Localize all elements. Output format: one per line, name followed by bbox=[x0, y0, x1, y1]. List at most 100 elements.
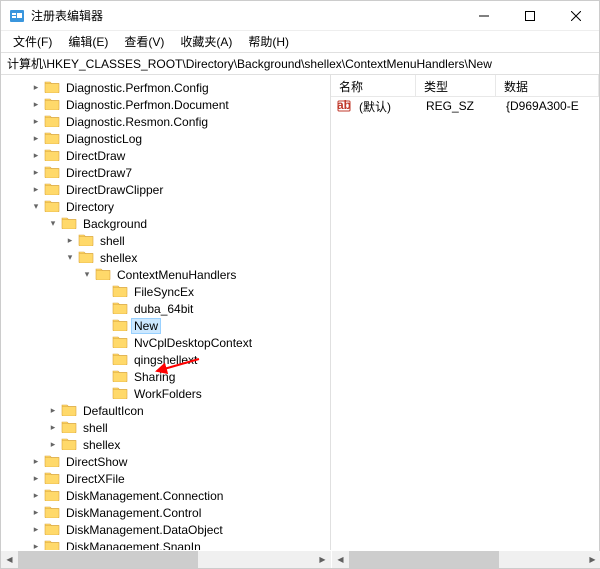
chevron-right-icon[interactable]: ▸ bbox=[29, 116, 43, 127]
tree-item[interactable]: ▸WorkFolders bbox=[1, 385, 330, 402]
close-button[interactable] bbox=[553, 1, 599, 31]
tree-item[interactable]: ▾Directory bbox=[1, 198, 330, 215]
column-type[interactable]: 类型 bbox=[416, 75, 496, 96]
column-data[interactable]: 数据 bbox=[496, 75, 599, 96]
tree-item[interactable]: ▸DirectDrawClipper bbox=[1, 181, 330, 198]
list-horizontal-scrollbar[interactable]: ◀ ▶ bbox=[332, 551, 600, 568]
scroll-thumb[interactable] bbox=[349, 551, 499, 568]
chevron-right-icon[interactable]: ▸ bbox=[29, 473, 43, 484]
tree-item[interactable]: ▸Diagnostic.Perfmon.Document bbox=[1, 96, 330, 113]
chevron-down-icon[interactable]: ▾ bbox=[63, 252, 77, 263]
tree-item[interactable]: ▸ DirectDraw bbox=[1, 147, 330, 164]
tree-item[interactable]: ▸DefaultIcon bbox=[1, 402, 330, 419]
folder-icon bbox=[111, 352, 132, 368]
tree-item-label: DiskManagement.SnapIn bbox=[64, 540, 203, 551]
tree-item-label: qingshellext bbox=[132, 353, 199, 367]
tree-item-label: DirectDraw7 bbox=[64, 166, 134, 180]
chevron-right-icon[interactable]: ▸ bbox=[29, 490, 43, 501]
folder-icon bbox=[43, 131, 64, 147]
tree-item-label: shellex bbox=[81, 438, 122, 452]
folder-icon bbox=[43, 539, 64, 551]
chevron-right-icon[interactable]: ▸ bbox=[46, 439, 60, 450]
tree-item-label: DirectDraw bbox=[64, 149, 127, 163]
chevron-right-icon[interactable]: ▸ bbox=[29, 150, 43, 161]
chevron-right-icon[interactable]: ▸ bbox=[29, 167, 43, 178]
scroll-left-icon[interactable]: ◀ bbox=[332, 551, 349, 568]
tree-item[interactable]: ▾ shellex bbox=[1, 249, 330, 266]
tree-item[interactable]: ▸ DirectDraw7 bbox=[1, 164, 330, 181]
tree-item[interactable]: ▸DiskManagement.Connection bbox=[1, 487, 330, 504]
folder-icon bbox=[60, 420, 81, 436]
scroll-right-icon[interactable]: ▶ bbox=[314, 551, 331, 568]
chevron-right-icon[interactable]: ▸ bbox=[29, 456, 43, 467]
tree-item[interactable]: ▸ shellex bbox=[1, 436, 330, 453]
list-pane[interactable]: 名称 类型 数据 ab(默认)REG_SZ{D969A300-E bbox=[331, 75, 599, 550]
folder-icon bbox=[43, 505, 64, 521]
menu-edit[interactable]: 编辑(E) bbox=[60, 31, 116, 52]
cell-data: {D969A300-E bbox=[498, 99, 599, 113]
menu-help[interactable]: 帮助(H) bbox=[240, 31, 297, 52]
tree-item[interactable]: ▸DiskManagement.Control bbox=[1, 504, 330, 521]
folder-icon bbox=[43, 97, 64, 113]
chevron-right-icon[interactable]: ▸ bbox=[29, 133, 43, 144]
maximize-button[interactable] bbox=[507, 1, 553, 31]
tree-item[interactable]: ▸ DirectXFile bbox=[1, 470, 330, 487]
menu-favorites[interactable]: 收藏夹(A) bbox=[172, 31, 240, 52]
folder-icon bbox=[43, 199, 64, 215]
chevron-right-icon[interactable]: ▸ bbox=[29, 99, 43, 110]
tree-item[interactable]: ▸duba_64bit bbox=[1, 300, 330, 317]
menubar: 文件(F) 编辑(E) 查看(V) 收藏夹(A) 帮助(H) bbox=[1, 31, 599, 53]
list-header: 名称 类型 数据 bbox=[331, 75, 599, 97]
chevron-down-icon[interactable]: ▾ bbox=[80, 269, 94, 280]
string-value-icon: ab bbox=[337, 99, 351, 113]
folder-icon bbox=[77, 250, 98, 266]
menu-view[interactable]: 查看(V) bbox=[116, 31, 172, 52]
chevron-right-icon[interactable]: ▸ bbox=[29, 524, 43, 535]
tree-item[interactable]: ▸qingshellext bbox=[1, 351, 330, 368]
tree-item-label: shellex bbox=[98, 251, 139, 265]
tree-item[interactable]: ▸Sharing bbox=[1, 368, 330, 385]
tree-item[interactable]: ▸DiagnosticLog bbox=[1, 130, 330, 147]
chevron-down-icon[interactable]: ▾ bbox=[46, 218, 60, 229]
tree-item[interactable]: ▸NvCplDesktopContext bbox=[1, 334, 330, 351]
scroll-right-icon[interactable]: ▶ bbox=[584, 551, 600, 568]
window-title: 注册表编辑器 bbox=[31, 7, 461, 24]
tree-item[interactable]: ▾Background bbox=[1, 215, 330, 232]
folder-icon bbox=[43, 114, 64, 130]
tree-item[interactable]: ▾ContextMenuHandlers bbox=[1, 266, 330, 283]
folder-icon bbox=[43, 522, 64, 538]
chevron-right-icon[interactable]: ▸ bbox=[29, 82, 43, 93]
tree-item[interactable]: ▸ DiskManagement.SnapIn bbox=[1, 538, 330, 550]
chevron-right-icon[interactable]: ▸ bbox=[29, 184, 43, 195]
tree-item-label: New bbox=[132, 319, 160, 333]
tree-item[interactable]: ▸shell bbox=[1, 232, 330, 249]
tree-item[interactable]: ▸New bbox=[1, 317, 330, 334]
tree-item[interactable]: ▸FileSyncEx bbox=[1, 283, 330, 300]
scroll-left-icon[interactable]: ◀ bbox=[1, 551, 18, 568]
menu-file[interactable]: 文件(F) bbox=[5, 31, 60, 52]
folder-icon bbox=[111, 386, 132, 402]
chevron-right-icon[interactable]: ▸ bbox=[63, 235, 77, 246]
list-row[interactable]: ab(默认)REG_SZ{D969A300-E bbox=[331, 97, 599, 115]
minimize-button[interactable] bbox=[461, 1, 507, 31]
tree-item[interactable]: ▸Diagnostic.Perfmon.Config bbox=[1, 79, 330, 96]
chevron-right-icon[interactable]: ▸ bbox=[29, 541, 43, 550]
tree-item[interactable]: ▸Diagnostic.Resmon.Config bbox=[1, 113, 330, 130]
chevron-right-icon[interactable]: ▸ bbox=[46, 405, 60, 416]
tree-item-label: DirectXFile bbox=[64, 472, 127, 486]
scroll-thumb[interactable] bbox=[18, 551, 198, 568]
tree-item[interactable]: ▸shell bbox=[1, 419, 330, 436]
address-bar[interactable]: 计算机\HKEY_CLASSES_ROOT\Directory\Backgrou… bbox=[1, 53, 599, 75]
tree-item-label: duba_64bit bbox=[132, 302, 195, 316]
tree-pane[interactable]: ▸Diagnostic.Perfmon.Config▸Diagnostic.Pe… bbox=[1, 75, 331, 550]
chevron-right-icon[interactable]: ▸ bbox=[29, 507, 43, 518]
tree-horizontal-scrollbar[interactable]: ◀ ▶ bbox=[1, 551, 331, 568]
column-name[interactable]: 名称 bbox=[331, 75, 416, 96]
folder-icon bbox=[43, 471, 64, 487]
tree-item[interactable]: ▸DiskManagement.DataObject bbox=[1, 521, 330, 538]
cell-name: (默认) bbox=[351, 98, 418, 115]
chevron-right-icon[interactable]: ▸ bbox=[46, 422, 60, 433]
chevron-down-icon[interactable]: ▾ bbox=[29, 201, 43, 212]
tree-item[interactable]: ▸DirectShow bbox=[1, 453, 330, 470]
folder-icon bbox=[77, 233, 98, 249]
